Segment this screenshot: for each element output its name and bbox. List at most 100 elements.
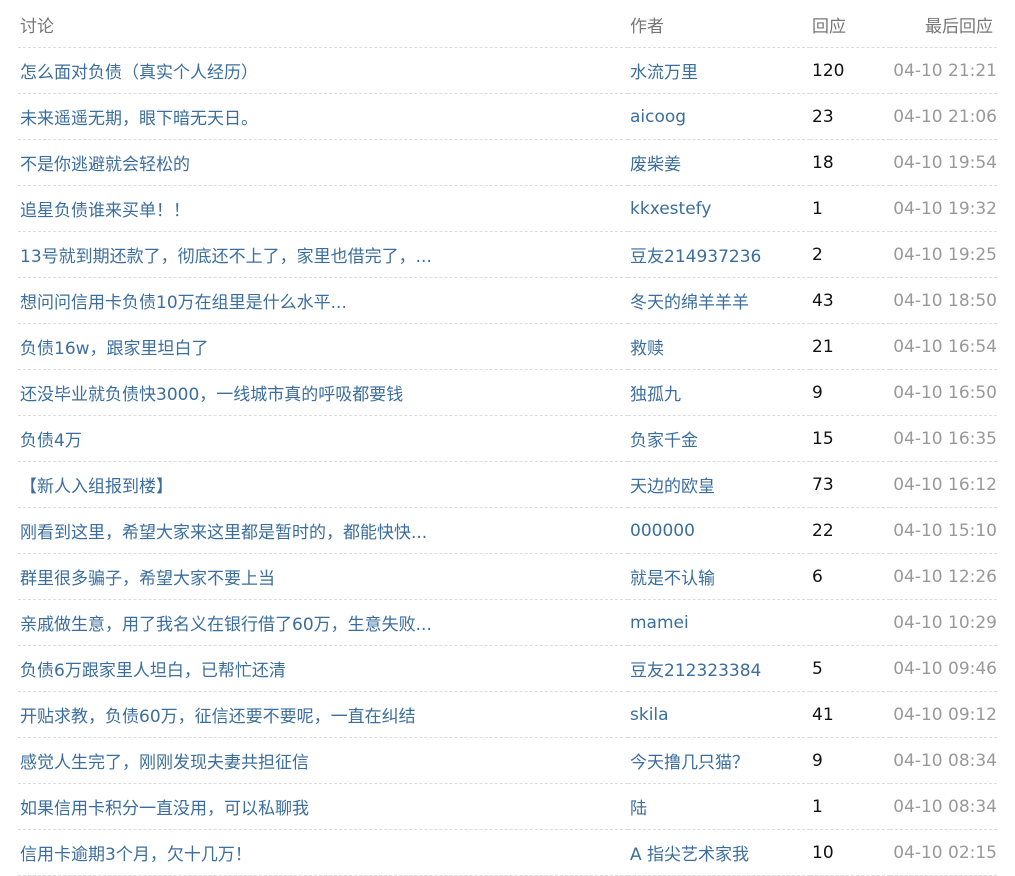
reply-count: 120 xyxy=(810,47,890,94)
author-link[interactable]: 废柴姜 xyxy=(630,155,681,175)
author-link[interactable]: 水流万里 xyxy=(630,63,698,83)
topic-author-cell: 废柴姜 xyxy=(628,139,810,186)
topic-title-link[interactable]: 还没毕业就负债快3000，一线城市真的呼吸都要钱 xyxy=(20,385,403,405)
last-reply-time: 04-10 16:35 xyxy=(890,415,997,462)
topic-row: 未来遥遥无期，眼下暗无天日。 aicoog 23 04-10 21:06 xyxy=(18,93,997,140)
author-link[interactable]: 负家千金 xyxy=(630,431,698,451)
topic-row: 怎么面对负债（真实个人经历） 水流万里 120 04-10 21:21 xyxy=(18,47,997,94)
topic-title-cell: 13号就到期还款了，彻底还不上了，家里也借完了，... xyxy=(18,231,628,278)
last-reply-time: 04-10 16:50 xyxy=(890,369,997,416)
header-last-reply: 最后回应 xyxy=(890,2,997,48)
author-link[interactable]: 000000 xyxy=(630,521,695,541)
author-link[interactable]: 冬天的绵羊羊羊 xyxy=(630,293,749,313)
last-reply-time: 04-10 09:46 xyxy=(890,645,997,692)
topic-row: 追星负债谁来买单！！ kkxestefy 1 04-10 19:32 xyxy=(18,185,997,232)
topic-author-cell: 冬天的绵羊羊羊 xyxy=(628,277,810,324)
author-link[interactable]: skila xyxy=(630,705,669,725)
topic-title-link[interactable]: 如果信用卡积分一直没用，可以私聊我 xyxy=(20,799,309,819)
table-header: 讨论 作者 回应 最后回应 xyxy=(18,2,997,48)
reply-count: 23 xyxy=(810,93,890,140)
author-link[interactable]: A 指尖艺术家我 xyxy=(630,845,749,865)
reply-count: 43 xyxy=(810,277,890,324)
topic-title-link[interactable]: 不是你逃避就会轻松的 xyxy=(20,155,190,175)
topic-title-cell: 群里很多骗子，希望大家不要上当 xyxy=(18,553,628,600)
author-link[interactable]: 豆友212323384 xyxy=(630,661,761,681)
reply-count: 22 xyxy=(810,507,890,554)
author-link[interactable]: 就是不认输 xyxy=(630,569,715,589)
author-link[interactable]: 陆 xyxy=(630,799,647,819)
topic-title-cell: 负债16w，跟家里坦白了 xyxy=(18,323,628,370)
topic-title-cell: 想问问信用卡负债10万在组里是什么水平... xyxy=(18,277,628,324)
topic-list-table: 讨论 作者 回应 最后回应 怎么面对负债（真实个人经历） 水流万里 120 04-10… xyxy=(18,2,997,876)
topic-title-link[interactable]: 负债4万 xyxy=(20,431,82,451)
topic-row: 感觉人生完了，刚刚发现夫妻共担征信 今天撸几只猫？ 9 04-10 08:34 xyxy=(18,737,997,784)
topic-title-link[interactable]: 信用卡逾期3个月，欠十几万！ xyxy=(20,845,252,865)
last-reply-time: 04-10 08:34 xyxy=(890,783,997,830)
topic-row: 负债16w，跟家里坦白了 救赎 21 04-10 16:54 xyxy=(18,323,997,370)
last-reply-time: 04-10 08:34 xyxy=(890,737,997,784)
topic-title-cell: 怎么面对负债（真实个人经历） xyxy=(18,47,628,94)
topic-title-cell: 未来遥遥无期，眼下暗无天日。 xyxy=(18,93,628,140)
topic-author-cell: A 指尖艺术家我 xyxy=(628,829,810,876)
header-author: 作者 xyxy=(628,2,810,48)
reply-count: 1 xyxy=(810,783,890,830)
header-replies: 回应 xyxy=(810,2,890,48)
topic-title-link[interactable]: 开贴求教，负债60万，征信还要不要呢，一直在纠结 xyxy=(20,707,416,727)
last-reply-time: 04-10 21:21 xyxy=(890,47,997,94)
topic-row: 开贴求教，负债60万，征信还要不要呢，一直在纠结 skila 41 04-10 09:… xyxy=(18,691,997,738)
reply-count: 73 xyxy=(810,461,890,508)
author-link[interactable]: aicoog xyxy=(630,107,686,127)
topic-title-cell: 如果信用卡积分一直没用，可以私聊我 xyxy=(18,783,628,830)
reply-count xyxy=(810,599,890,646)
topic-title-link[interactable]: 刚看到这里，希望大家来这里都是暂时的，都能快快... xyxy=(20,523,427,543)
reply-count: 18 xyxy=(810,139,890,186)
author-link[interactable]: 豆友214937236 xyxy=(630,247,761,267)
topic-title-cell: 还没毕业就负债快3000，一线城市真的呼吸都要钱 xyxy=(18,369,628,416)
topic-title-link[interactable]: 感觉人生完了，刚刚发现夫妻共担征信 xyxy=(20,753,309,773)
topic-title-cell: 亲戚做生意，用了我名义在银行借了60万，生意失败... xyxy=(18,599,628,646)
topic-title-link[interactable]: 群里很多骗子，希望大家不要上当 xyxy=(20,569,275,589)
topic-row: 不是你逃避就会轻松的 废柴姜 18 04-10 19:54 xyxy=(18,139,997,186)
topic-title-link[interactable]: 负债16w，跟家里坦白了 xyxy=(20,339,209,359)
topic-author-cell: 水流万里 xyxy=(628,47,810,94)
author-link[interactable]: 独孤九 xyxy=(630,385,681,405)
author-link[interactable]: 今天撸几只猫？ xyxy=(630,753,749,773)
topic-title-link[interactable]: 想问问信用卡负债10万在组里是什么水平... xyxy=(20,293,347,313)
topic-row: 如果信用卡积分一直没用，可以私聊我 陆 1 04-10 08:34 xyxy=(18,783,997,830)
topic-title-link[interactable]: 追星负债谁来买单！！ xyxy=(20,201,190,221)
topic-row: 信用卡逾期3个月，欠十几万！ A 指尖艺术家我 10 04-10 02:15 xyxy=(18,829,997,876)
topic-title-link[interactable]: 13号就到期还款了，彻底还不上了，家里也借完了，... xyxy=(20,247,432,267)
topic-author-cell: 豆友212323384 xyxy=(628,645,810,692)
topic-title-link[interactable]: 【新人入组报到楼】 xyxy=(20,477,173,497)
topic-title-cell: 不是你逃避就会轻松的 xyxy=(18,139,628,186)
topic-title-cell: 信用卡逾期3个月，欠十几万！ xyxy=(18,829,628,876)
author-link[interactable]: 救赎 xyxy=(630,339,664,359)
topic-author-cell: 就是不认输 xyxy=(628,553,810,600)
reply-count: 10 xyxy=(810,829,890,876)
last-reply-time: 04-10 16:12 xyxy=(890,461,997,508)
topic-author-cell: 豆友214937236 xyxy=(628,231,810,278)
topic-row: 13号就到期还款了，彻底还不上了，家里也借完了，... 豆友214937236 2 0… xyxy=(18,231,997,278)
last-reply-time: 04-10 19:54 xyxy=(890,139,997,186)
topic-title-link[interactable]: 怎么面对负债（真实个人经历） xyxy=(20,63,258,83)
last-reply-time: 04-10 12:26 xyxy=(890,553,997,600)
topic-author-cell: 000000 xyxy=(628,507,810,554)
topic-row: 想问问信用卡负债10万在组里是什么水平... 冬天的绵羊羊羊 43 04-10 18:… xyxy=(18,277,997,324)
topic-title-cell: 负债4万 xyxy=(18,415,628,462)
author-link[interactable]: mamei xyxy=(630,613,689,633)
topic-title-cell: 刚看到这里，希望大家来这里都是暂时的，都能快快... xyxy=(18,507,628,554)
last-reply-time: 04-10 10:29 xyxy=(890,599,997,646)
topic-title-link[interactable]: 未来遥遥无期，眼下暗无天日。 xyxy=(20,109,258,129)
reply-count: 41 xyxy=(810,691,890,738)
reply-count: 1 xyxy=(810,185,890,232)
topic-title-link[interactable]: 亲戚做生意，用了我名义在银行借了60万，生意失败... xyxy=(20,615,432,635)
author-link[interactable]: 天边的欧皇 xyxy=(630,477,715,497)
last-reply-time: 04-10 02:15 xyxy=(890,829,997,876)
reply-count: 9 xyxy=(810,369,890,416)
topic-title-cell: 开贴求教，负债60万，征信还要不要呢，一直在纠结 xyxy=(18,691,628,738)
topic-author-cell: mamei xyxy=(628,599,810,646)
topic-title-link[interactable]: 负债6万跟家里人坦白，已帮忙还清 xyxy=(20,661,286,681)
topic-title-cell: 【新人入组报到楼】 xyxy=(18,461,628,508)
author-link[interactable]: kkxestefy xyxy=(630,199,711,219)
last-reply-time: 04-10 15:10 xyxy=(890,507,997,554)
